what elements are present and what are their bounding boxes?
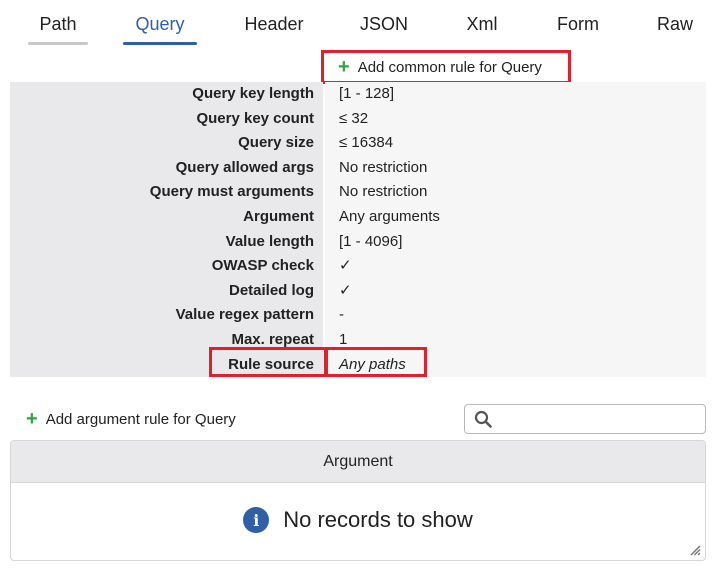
tab-raw[interactable]: Raw <box>654 14 696 35</box>
search-icon <box>474 410 492 428</box>
property-label: Rule source <box>10 352 323 378</box>
property-row: Argument Any arguments <box>10 204 706 230</box>
add-common-rule-button[interactable]: + Add common rule for Query <box>321 50 571 84</box>
search-box <box>464 404 706 434</box>
property-label: Argument <box>10 204 323 230</box>
property-label: Query allowed args <box>10 155 323 181</box>
add-argument-rule-button[interactable]: + Add argument rule for Query <box>26 406 236 432</box>
property-row: Query size ≤ 16384 <box>10 131 706 156</box>
plus-icon: + <box>26 408 38 430</box>
property-value: - <box>325 303 706 328</box>
property-label: Query key count <box>10 106 323 132</box>
property-label: Query size <box>10 131 323 156</box>
property-row: Max. repeat 1 <box>10 327 706 353</box>
property-row: Query allowed args No restriction <box>10 155 706 181</box>
property-row: OWASP check ✓ <box>10 254 706 279</box>
property-label: Value regex pattern <box>10 303 323 328</box>
info-icon: i <box>243 507 270 533</box>
property-value: No restriction <box>325 155 706 181</box>
tab-json[interactable]: JSON <box>358 14 410 35</box>
common-rule-table: Query key length [1 - 128] Query key cou… <box>10 82 706 378</box>
property-value: 1 <box>325 327 706 353</box>
tab-xml-label: Xml <box>466 14 498 34</box>
property-row: Query must arguments No restriction <box>10 180 706 205</box>
tab-path[interactable]: Path <box>28 14 88 45</box>
column-header-argument[interactable]: Argument <box>11 441 705 483</box>
property-row: Value length [1 - 4096] <box>10 229 706 255</box>
tab-path-underline <box>28 42 88 45</box>
tab-query[interactable]: Query <box>123 14 197 45</box>
property-row: Detailed log ✓ <box>10 278 706 304</box>
property-row: Rule source Any paths <box>10 352 706 378</box>
property-label: OWASP check <box>10 254 323 279</box>
resize-handle-icon[interactable] <box>689 544 701 556</box>
property-row: Query key count ≤ 32 <box>10 106 706 132</box>
tab-raw-label: Raw <box>656 14 693 34</box>
tab-form[interactable]: Form <box>553 14 603 35</box>
plus-icon: + <box>338 56 350 78</box>
tab-json-label: JSON <box>359 14 408 34</box>
property-value: ≤ 32 <box>325 106 706 132</box>
property-label: Query key length <box>10 82 323 107</box>
property-value: [1 - 4096] <box>325 229 706 255</box>
add-argument-rule-label: Add argument rule for Query <box>45 410 236 428</box>
property-label: Detailed log <box>10 278 323 304</box>
empty-message: No records to show <box>283 507 473 532</box>
tab-xml[interactable]: Xml <box>462 14 502 35</box>
property-row: Value regex pattern - <box>10 303 706 328</box>
property-value: Any arguments <box>325 204 706 230</box>
tab-query-underline <box>123 42 197 45</box>
property-value: ≤ 16384 <box>325 131 706 156</box>
tab-form-label: Form <box>557 14 599 34</box>
tab-header-label: Header <box>244 14 304 34</box>
property-label: Value length <box>10 229 323 255</box>
column-header-label: Argument <box>323 453 393 470</box>
property-value: No restriction <box>325 180 706 205</box>
argument-rules-grid: Argument i No records to show <box>10 440 706 561</box>
empty-state: i No records to show <box>11 507 705 533</box>
property-label: Query must arguments <box>10 180 323 205</box>
property-value: ✓ <box>325 254 706 279</box>
property-row: Query key length [1 - 128] <box>10 82 706 107</box>
property-value: Any paths <box>325 352 706 378</box>
tab-header[interactable]: Header <box>239 14 309 35</box>
tab-path-label: Path <box>39 14 77 34</box>
property-value: [1 - 128] <box>325 82 706 107</box>
rule-tabs: Path Query Header JSON Xml Form Raw <box>0 0 717 52</box>
search-input[interactable] <box>499 405 699 433</box>
property-label: Max. repeat <box>10 327 323 353</box>
tab-query-label: Query <box>135 14 185 34</box>
property-value: ✓ <box>325 278 706 304</box>
add-common-rule-label: Add common rule for Query <box>357 58 542 76</box>
